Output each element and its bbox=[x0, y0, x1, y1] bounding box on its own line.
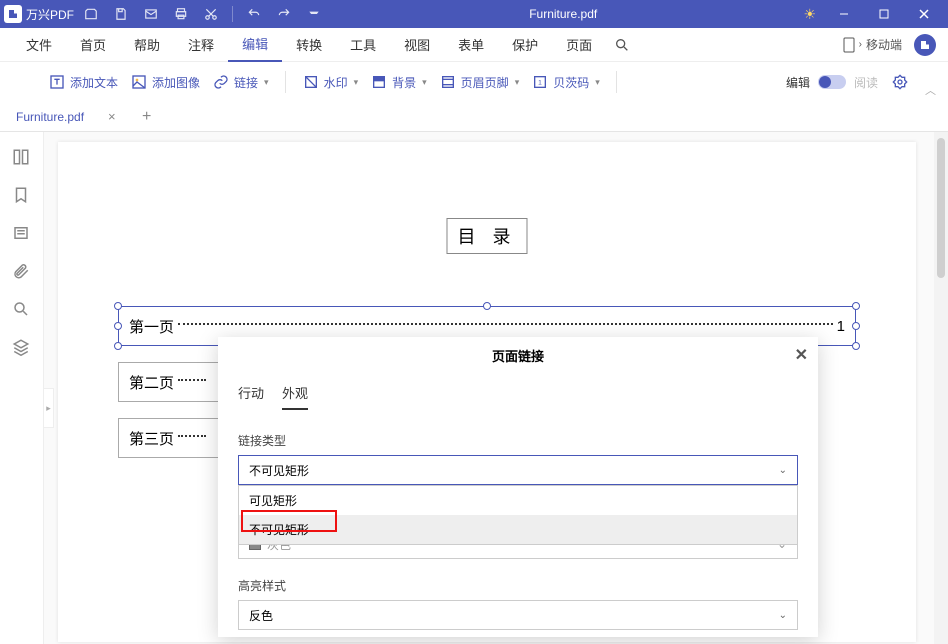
chevron-down-icon: ▾ bbox=[515, 77, 520, 88]
document-tabs: Furniture.pdf × + bbox=[0, 102, 948, 132]
settings-icon[interactable] bbox=[892, 74, 908, 90]
menu-tools[interactable]: 工具 bbox=[336, 28, 390, 62]
tab-furniture[interactable]: Furniture.pdf × bbox=[0, 102, 132, 132]
maximize-button[interactable] bbox=[864, 0, 904, 28]
menu-convert[interactable]: 转换 bbox=[282, 28, 336, 62]
search-icon[interactable] bbox=[614, 37, 630, 53]
scrollbar[interactable] bbox=[934, 132, 948, 644]
highlight-select[interactable]: 反色 ⌄ bbox=[238, 600, 798, 630]
background-button[interactable]: 背景 ▾ bbox=[370, 73, 427, 91]
add-text-button[interactable]: 添加文本 bbox=[48, 73, 118, 91]
brand-icon[interactable] bbox=[914, 34, 936, 56]
tab-appearance[interactable]: 外观 bbox=[282, 383, 308, 410]
tab-label: Furniture.pdf bbox=[16, 110, 84, 124]
chevron-down-icon: ▾ bbox=[595, 77, 600, 88]
chevron-down-icon: ▾ bbox=[354, 77, 359, 88]
option-invisible-rect[interactable]: 不可见矩形 bbox=[239, 515, 797, 544]
toc-title: 目 录 bbox=[446, 218, 527, 254]
text-icon bbox=[48, 73, 66, 91]
dialog-title: 页面链接 bbox=[492, 346, 544, 365]
mail-icon[interactable] bbox=[142, 5, 160, 23]
menu-help[interactable]: 帮助 bbox=[120, 28, 174, 62]
page-link-dialog: 页面链接 ✕ 行动 外观 链接类型 不可见矩形 ⌄ 可见矩形 不可见矩形 灰色 … bbox=[218, 337, 818, 637]
theme-icon[interactable]: ☀ bbox=[803, 6, 816, 23]
chevron-down-icon: ⌄ bbox=[779, 610, 787, 621]
link-icon bbox=[212, 73, 230, 91]
dialog-tabs: 行动 外观 bbox=[218, 373, 818, 410]
link-type-dropdown: 可见矩形 不可见矩形 bbox=[238, 485, 798, 545]
thumbnails-icon[interactable] bbox=[12, 148, 32, 168]
open-icon[interactable] bbox=[82, 5, 100, 23]
scrollbar-thumb[interactable] bbox=[937, 138, 945, 278]
collapse-ribbon-icon[interactable]: ︿ bbox=[925, 82, 936, 98]
annotations-icon[interactable] bbox=[12, 224, 32, 244]
header-footer-icon bbox=[439, 73, 457, 91]
watermark-icon bbox=[302, 73, 320, 91]
chevron-down-icon: ▾ bbox=[422, 77, 427, 88]
toc-row-label: 第三页 bbox=[129, 428, 174, 449]
background-icon bbox=[370, 73, 388, 91]
toc-row-page: 1 bbox=[837, 318, 845, 335]
bookmark-icon[interactable] bbox=[12, 186, 32, 206]
menu-form[interactable]: 表单 bbox=[444, 28, 498, 62]
mobile-link[interactable]: › 移动端 bbox=[843, 36, 902, 53]
edit-mode-label: 编辑 bbox=[786, 74, 810, 91]
header-footer-button[interactable]: 页眉页脚 ▾ bbox=[439, 73, 520, 91]
more-icon[interactable] bbox=[305, 5, 323, 23]
link-type-value: 不可见矩形 bbox=[249, 462, 309, 479]
chevron-down-icon: ⌄ bbox=[779, 465, 787, 476]
bates-button[interactable]: 1 贝茨码 ▾ bbox=[531, 73, 600, 91]
menu-protect[interactable]: 保护 bbox=[498, 28, 552, 62]
search-panel-icon[interactable] bbox=[12, 300, 32, 320]
bates-icon: 1 bbox=[531, 73, 549, 91]
option-visible-rect[interactable]: 可见矩形 bbox=[239, 486, 797, 515]
menu-view[interactable]: 视图 bbox=[390, 28, 444, 62]
image-icon bbox=[130, 73, 148, 91]
link-button[interactable]: 链接 ▾ bbox=[212, 73, 269, 91]
close-tab-icon[interactable]: × bbox=[108, 109, 116, 124]
menu-edit[interactable]: 编辑 bbox=[228, 28, 282, 62]
watermark-button[interactable]: 水印 ▾ bbox=[302, 73, 359, 91]
menu-bar: 文件 首页 帮助 注释 编辑 转换 工具 视图 表单 保护 页面 › 移动端 bbox=[0, 28, 948, 62]
close-button[interactable] bbox=[904, 0, 944, 28]
cut-icon[interactable] bbox=[202, 5, 220, 23]
toc-row-label: 第一页 bbox=[129, 316, 174, 337]
save-icon[interactable] bbox=[112, 5, 130, 23]
print-icon[interactable] bbox=[172, 5, 190, 23]
add-image-button[interactable]: 添加图像 bbox=[130, 73, 200, 91]
menu-home[interactable]: 首页 bbox=[66, 28, 120, 62]
app-name: 万兴PDF bbox=[26, 6, 74, 23]
title-bar: 万兴PDF Furniture.pdf ☀ bbox=[0, 0, 948, 28]
dialog-close-icon[interactable]: ✕ bbox=[795, 345, 808, 365]
highlight-label: 高亮样式 bbox=[238, 577, 798, 594]
mobile-label: 移动端 bbox=[866, 36, 902, 53]
layers-icon[interactable] bbox=[12, 338, 32, 358]
undo-icon[interactable] bbox=[245, 5, 263, 23]
document-title: Furniture.pdf bbox=[323, 7, 803, 21]
menu-page[interactable]: 页面 bbox=[552, 28, 606, 62]
svg-text:1: 1 bbox=[538, 80, 542, 87]
link-type-select[interactable]: 不可见矩形 ⌄ 可见矩形 不可见矩形 bbox=[238, 455, 798, 485]
menu-file[interactable]: 文件 bbox=[12, 28, 66, 62]
mode-toggle[interactable] bbox=[818, 75, 846, 89]
menu-comment[interactable]: 注释 bbox=[174, 28, 228, 62]
app-logo bbox=[4, 5, 22, 23]
tab-action[interactable]: 行动 bbox=[238, 383, 264, 410]
highlight-value: 反色 bbox=[249, 607, 273, 624]
toc-row-label: 第二页 bbox=[129, 372, 174, 393]
read-mode-label: 阅读 bbox=[854, 74, 878, 91]
add-tab-button[interactable]: + bbox=[132, 108, 162, 126]
attachments-icon[interactable] bbox=[12, 262, 32, 282]
side-panel: ▸ bbox=[0, 132, 44, 644]
chevron-down-icon: ▾ bbox=[264, 77, 269, 88]
link-type-label: 链接类型 bbox=[238, 432, 798, 449]
redo-icon[interactable] bbox=[275, 5, 293, 23]
minimize-button[interactable] bbox=[824, 0, 864, 28]
ribbon-toolbar: 添加文本 添加图像 链接 ▾ 水印 ▾ 背景 ▾ 页眉页脚 ▾ 1 贝茨码 ▾ … bbox=[0, 62, 948, 102]
